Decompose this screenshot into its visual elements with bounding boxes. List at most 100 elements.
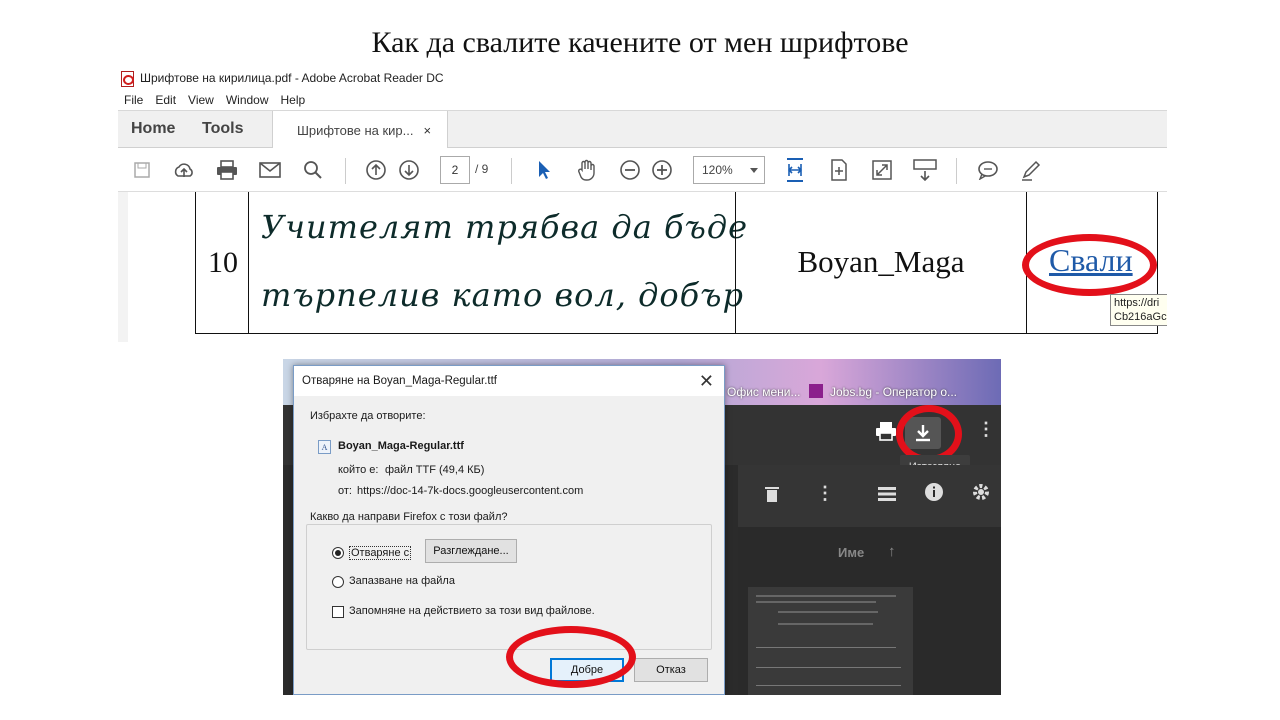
link-url-tooltip: https://dri Cb216aGc [1110,294,1167,326]
toolbar-divider [956,158,957,184]
table-cell-sample: Учителят трябва да бъде търпелив като во… [248,192,747,334]
more-actions-icon[interactable]: ⋮ [816,483,834,504]
name-column-header[interactable]: Име [838,545,864,560]
print-icon[interactable] [875,421,897,446]
chose-to-open-label: Избрахте да отворите: [310,410,426,422]
print-icon[interactable] [215,158,239,182]
file-source-label: от: [338,485,352,497]
acrobat-menu-bar: File Edit View Window Help [118,90,1167,110]
thumbnail-line [756,601,876,603]
file-type-value: файл TTF (49,4 КБ) [385,464,485,476]
drive-file-panel: ⋮ Име ↑ [738,465,1001,695]
document-viewport: 10 Учителят трябва да бъде търпелив като… [118,192,1167,342]
menu-help[interactable]: Help [281,93,306,107]
close-icon[interactable]: ✕ [699,371,714,392]
file-name: Boyan_Maga-Regular.ttf [338,440,464,452]
zoom-out-icon[interactable] [618,158,642,182]
thumbnail-line [756,667,901,668]
bookmark-favicon-icon [809,384,823,398]
menu-edit[interactable]: Edit [155,93,176,107]
menu-view[interactable]: View [188,93,214,107]
row-number: 10 [208,246,238,279]
rotate-view-icon[interactable] [827,158,851,182]
tooltip-line-2: Cb216aGc [1114,311,1167,323]
pdf-file-icon [120,71,134,87]
tab-tools[interactable]: Tools [202,120,243,138]
table-cell-number: 10 [195,192,248,334]
tab-document[interactable]: Шрифтове на кир... × [272,111,448,149]
cloud-upload-icon[interactable] [172,158,196,182]
tooltip-line-1: https://dri [1114,297,1160,309]
acrobat-screenshot: Шрифтове на кирилица.pdf - Adobe Acrobat… [118,66,1167,342]
page-number-input[interactable]: 2 [440,156,470,184]
toolbar-divider [511,158,512,184]
file-type-label: който е: [338,464,379,476]
select-cursor-icon[interactable] [532,158,556,182]
sample-line-2: търпелив като вол, добър [261,276,744,314]
toolbar-divider [345,158,346,184]
thumbnail-line [778,623,873,625]
file-source-value: https://doc-14-7k-docs.googleusercontent… [357,485,584,497]
highlight-ring [506,626,636,688]
document-page: 10 Учителят трябва да бъде търпелив като… [128,192,1167,342]
sample-line-1: Учителят трябва да бъде [261,208,749,246]
zoom-value: 120% [702,163,733,177]
browse-button[interactable]: Разглеждане... [425,539,517,563]
acrobat-title-bar: Шрифтове на кирилица.pdf - Adobe Acrobat… [118,66,1167,90]
tab-home[interactable]: Home [131,120,175,138]
browser-tab-1[interactable]: Офис мени... [727,385,801,399]
read-mode-icon[interactable] [913,158,937,182]
email-icon[interactable] [258,158,282,182]
remember-checkbox[interactable] [332,606,344,618]
previous-page-icon[interactable] [364,158,388,182]
highlight-pen-icon[interactable] [1019,158,1043,182]
info-icon[interactable] [924,482,944,507]
font-preview-thumbnail [748,587,913,695]
thumbnail-line [756,595,896,597]
more-options-icon[interactable]: ⋮ [977,419,995,440]
highlight-ring [1022,234,1157,296]
dialog-title-bar: Отваряне на Boyan_Maga-Regular.ttf ✕ [294,366,724,396]
action-question: Какво да направи Firefox с този файл? [310,511,508,523]
drive-panel-header: ⋮ [738,465,1001,527]
full-screen-icon[interactable] [870,158,894,182]
list-view-icon[interactable] [878,485,896,506]
settings-gear-icon[interactable] [971,482,991,507]
open-with-radio[interactable] [332,547,344,559]
document-tab-label: Шрифтове на кир... [297,122,414,138]
dialog-title: Отваряне на Boyan_Maga-Regular.ttf [302,375,497,387]
open-with-label[interactable]: Отваряне с [349,546,412,560]
menu-file[interactable]: File [124,93,143,107]
acrobat-toolbar: 2 / 9 120% [118,148,1167,192]
open-file-dialog: Отваряне на Boyan_Maga-Regular.ttf ✕ Изб… [293,365,725,695]
zoom-in-icon[interactable] [650,158,674,182]
thumbnail-line [756,685,901,686]
chevron-down-icon [750,168,758,173]
acrobat-tab-bar: Home Tools Шрифтове на кир... × [118,110,1167,149]
thumbnail-line [756,647,896,648]
comment-icon[interactable] [976,158,1000,182]
slide-title: Как да свалите качените от мен шрифтове [371,26,909,59]
zoom-select[interactable]: 120% [693,156,765,184]
browser-tab-2[interactable]: Jobs.bg - Оператор о... [830,385,957,399]
hand-tool-icon[interactable] [575,158,599,182]
close-tab-icon[interactable]: × [424,123,432,138]
save-file-radio[interactable] [332,576,344,588]
remember-label[interactable]: Запомняне на действието за този вид файл… [349,605,595,617]
next-page-icon[interactable] [397,158,421,182]
thumbnail-line [778,611,878,613]
font-file-icon: A [318,440,331,454]
save-icon[interactable] [130,158,154,182]
fit-width-icon[interactable] [783,158,807,182]
font-name: Boyan_Maga [797,244,965,279]
trash-icon[interactable] [764,485,780,508]
sort-arrow-up-icon[interactable]: ↑ [888,543,896,560]
search-icon[interactable] [301,158,325,182]
save-file-label[interactable]: Запазване на файла [349,575,455,587]
cancel-button[interactable]: Отказ [634,658,708,682]
action-group: Отваряне с Разглеждане... Запазване на ф… [306,524,712,650]
menu-window[interactable]: Window [226,93,269,107]
table-cell-font-name: Boyan_Maga [735,192,1026,334]
firefox-screenshot: Офис мени... Jobs.bg - Оператор о... ⋮ И… [283,359,1001,695]
page-total: / 9 [475,162,489,176]
